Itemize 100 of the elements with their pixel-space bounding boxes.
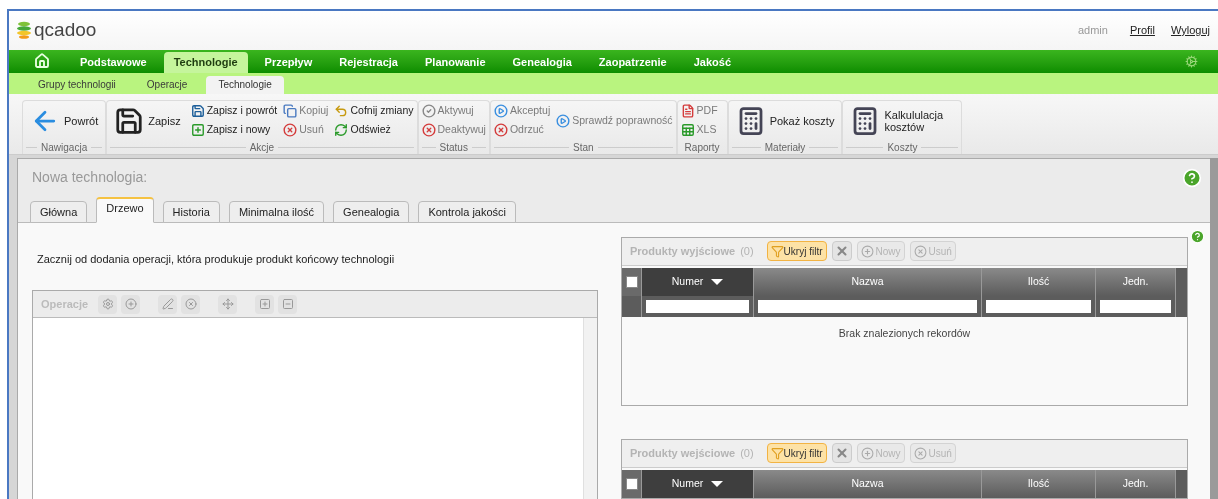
- instruction-text: Zacznij od dodania operacji, która produkuje produkt końcowy technologii: [37, 252, 396, 267]
- undo-arrow-icon: [334, 104, 349, 119]
- nav-tab[interactable]: Przepływ: [254, 52, 323, 74]
- form-tab[interactable]: Drzewo: [96, 197, 154, 223]
- plus-circle-icon: [124, 298, 137, 311]
- nav-tab[interactable]: Zaopatrzenie: [588, 52, 677, 74]
- column-header[interactable]: Jedn.: [1096, 470, 1176, 498]
- column-header[interactable]: Jedn.: [1096, 268, 1176, 296]
- document-icon: [680, 104, 695, 119]
- clear-button[interactable]: [831, 241, 852, 262]
- toolbar-button[interactable]: Cofnij zmiany: [334, 101, 414, 121]
- column-header[interactable]: Nazwa: [754, 470, 982, 498]
- toolbar-button[interactable]: Zapisz i powrót: [190, 101, 278, 121]
- x-circle-icon: [421, 123, 436, 138]
- pencil-icon: [161, 298, 174, 311]
- scrollbar[interactable]: [1210, 158, 1218, 499]
- nav-tab[interactable]: Technologie: [163, 52, 248, 74]
- plus-square-icon: [190, 123, 205, 138]
- tree-tool-button[interactable]: [121, 295, 141, 314]
- subnav-tab[interactable]: Grupy technologii: [26, 75, 128, 94]
- form-tab[interactable]: Główna: [30, 201, 88, 223]
- copy-icon: [283, 104, 298, 119]
- filter-input[interactable]: [758, 300, 977, 313]
- close-icon: [834, 244, 849, 259]
- form-tab[interactable]: Minimalna ilość: [228, 201, 325, 223]
- group-label: Materiały: [764, 141, 806, 154]
- user-name: admin: [1077, 23, 1108, 39]
- header-link[interactable]: Profil: [1129, 22, 1155, 39]
- form-tab[interactable]: Historia: [162, 201, 220, 223]
- group-label: Stan: [573, 141, 594, 154]
- logo-icon: [17, 21, 31, 40]
- column-header[interactable]: Ilość: [982, 268, 1096, 296]
- nav-tab[interactable]: Podstawowe: [70, 52, 157, 74]
- tree-tool-button[interactable]: [181, 295, 201, 314]
- scrollbar[interactable]: [583, 318, 597, 499]
- x-circle-icon: [493, 123, 508, 138]
- nav-tab[interactable]: Planowanie: [415, 52, 496, 74]
- hide-filter-button[interactable]: Ukryj filtr: [766, 241, 827, 262]
- tree-tool-button[interactable]: [218, 295, 238, 314]
- help-icon[interactable]: [1190, 229, 1205, 244]
- sort-down-icon: [711, 481, 724, 487]
- nav-tab[interactable]: Jakość: [683, 52, 741, 74]
- select-all-checkbox[interactable]: [625, 478, 638, 490]
- x-circle-icon: [913, 447, 927, 460]
- group-label: Status: [439, 141, 468, 154]
- hide-filter-button[interactable]: Ukryj filtr: [766, 443, 827, 464]
- help-icon[interactable]: [1182, 168, 1202, 188]
- toolbar-button[interactable]: Kalkululacja kosztów: [846, 100, 959, 141]
- gear-icon[interactable]: [1185, 55, 1198, 69]
- nav-tab[interactable]: Genealogia: [502, 52, 582, 74]
- grid-title: Produkty wyjściowe: [630, 244, 736, 260]
- form-title: Nowa technologia:: [32, 168, 148, 188]
- move-icon: [221, 298, 234, 311]
- subnav-tab[interactable]: Technologie: [206, 75, 284, 94]
- empty-message: Brak znalezionych rekordów: [838, 326, 971, 341]
- minus-square-icon: [281, 298, 294, 311]
- select-all-checkbox[interactable]: [625, 276, 638, 288]
- column-header[interactable]: Numer: [642, 268, 754, 296]
- sort-down-icon: [711, 279, 724, 285]
- logo-text: qcadoo: [34, 18, 97, 43]
- group-label: Nawigacja: [41, 141, 88, 154]
- toolbar-button[interactable]: Pokaż koszty: [731, 100, 839, 141]
- nav-tab[interactable]: Rejestracja: [329, 52, 408, 74]
- form-tab[interactable]: Kontrola jakości: [418, 201, 517, 223]
- spreadsheet-icon: [680, 123, 695, 138]
- record-count: (0): [740, 446, 754, 462]
- filter-input[interactable]: [646, 300, 749, 313]
- toolbar-button[interactable]: Odśwież: [334, 120, 414, 140]
- column-header[interactable]: Nazwa: [754, 268, 982, 296]
- plus-square-icon: [258, 298, 271, 311]
- play-circle-icon: [493, 104, 508, 119]
- clear-button[interactable]: [831, 443, 852, 464]
- filter-icon: [770, 245, 784, 258]
- grid-title: Produkty wejściowe: [630, 446, 736, 462]
- toolbar-button[interactable]: Zapisz i nowy: [190, 120, 278, 140]
- check-circle-icon: [421, 104, 436, 119]
- toolbar-button[interactable]: Zapisz: [110, 100, 185, 141]
- column-header[interactable]: Numer: [642, 470, 754, 498]
- x-circle-icon: [184, 298, 197, 311]
- column-header[interactable]: Ilość: [982, 470, 1096, 498]
- plus-circle-icon: [860, 245, 874, 258]
- toolbar-button[interactable]: Powrót: [26, 100, 103, 141]
- group-label: Koszty: [887, 141, 918, 154]
- gear-icon: [101, 298, 114, 311]
- plus-circle-icon: [860, 447, 874, 460]
- tree-tool-button[interactable]: [158, 295, 178, 314]
- group-label: Akcje: [249, 141, 275, 154]
- filter-input[interactable]: [986, 300, 1091, 313]
- refresh-icon: [334, 123, 349, 138]
- home-icon[interactable]: [34, 53, 50, 70]
- tree-tool-button[interactable]: [278, 295, 298, 314]
- tree-tool-button[interactable]: [255, 295, 275, 314]
- record-count: (0): [740, 244, 754, 260]
- play-circle-icon: [556, 113, 571, 128]
- x-circle-icon: [283, 123, 298, 138]
- filter-input[interactable]: [1100, 300, 1171, 313]
- header-link[interactable]: Wyloguj: [1170, 22, 1210, 39]
- subnav-tab[interactable]: Operacje: [134, 75, 200, 94]
- form-tab[interactable]: Genealogia: [333, 201, 410, 223]
- tree-tool-button[interactable]: [98, 295, 118, 314]
